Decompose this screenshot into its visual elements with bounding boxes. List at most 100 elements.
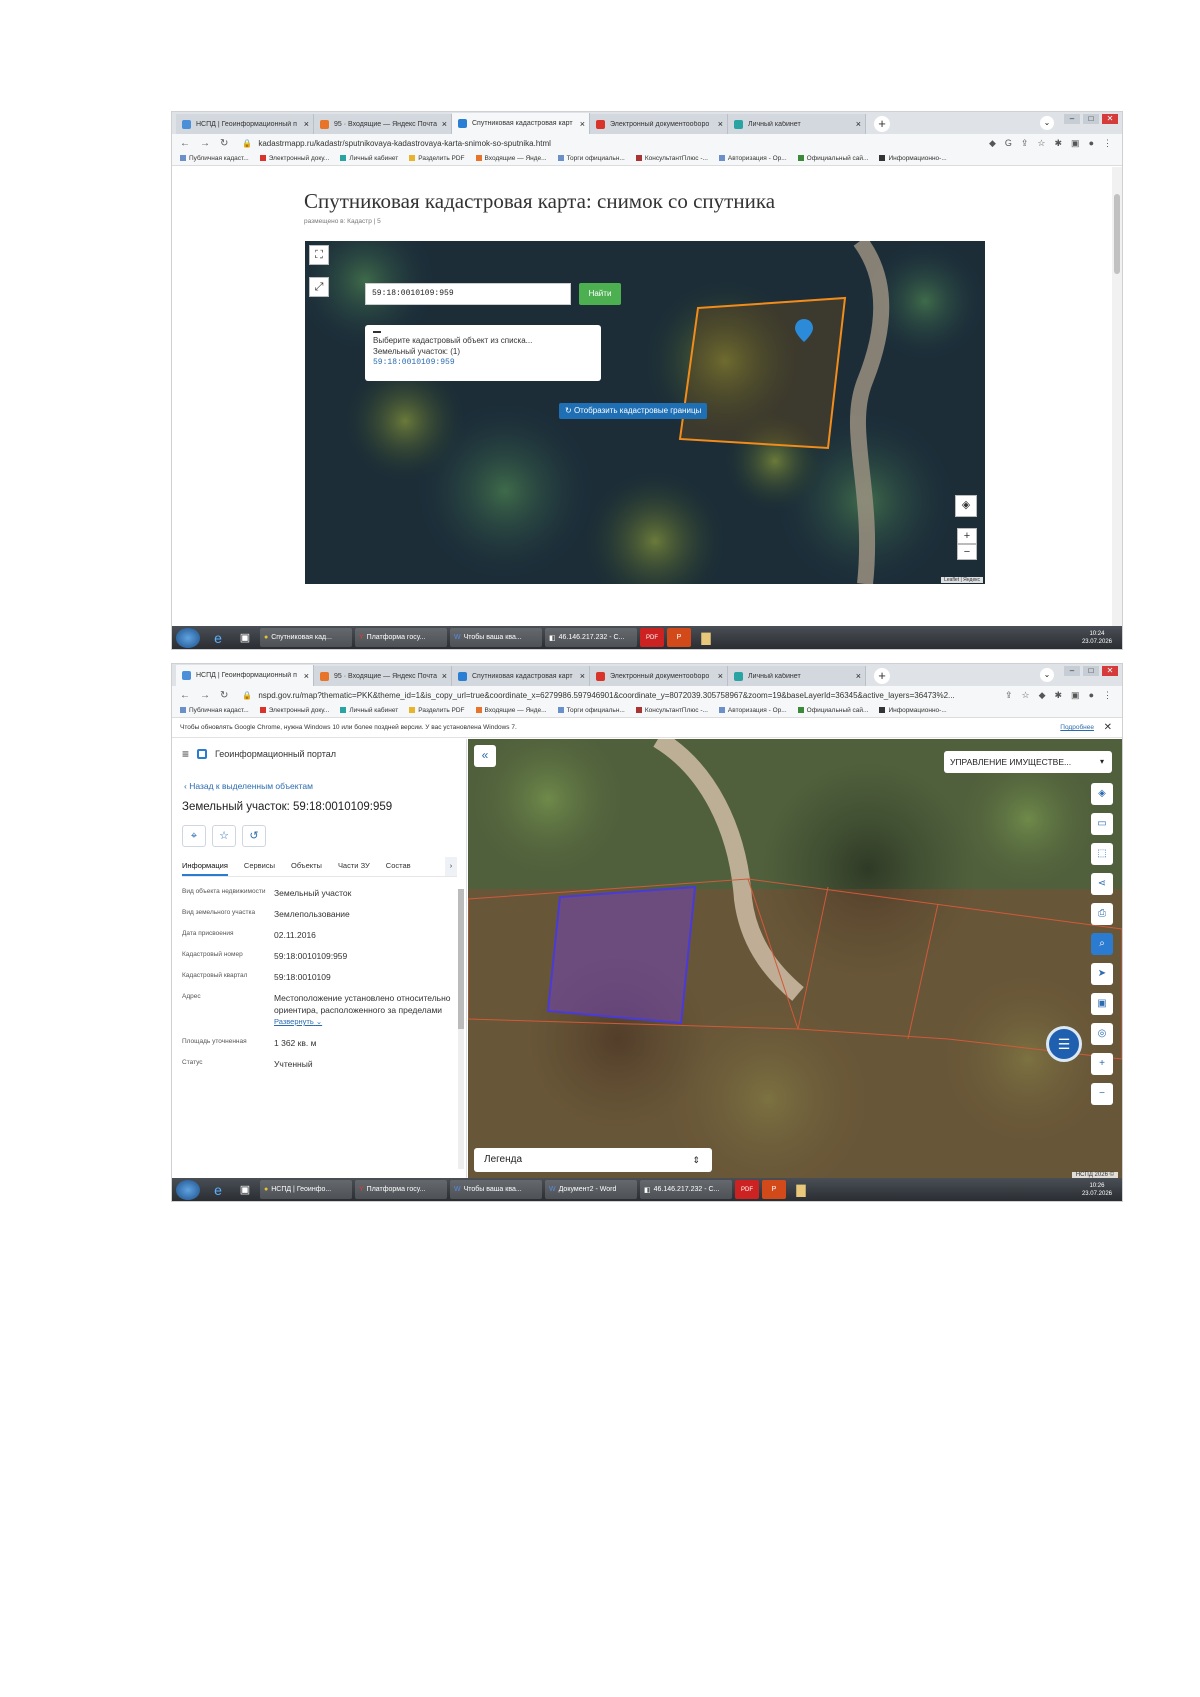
- bookmark[interactable]: Авторизация - Ор...: [718, 155, 787, 162]
- navigate-icon[interactable]: ➤: [1091, 963, 1113, 985]
- bookmark[interactable]: КонсультантПлюс -...: [635, 707, 708, 714]
- forward-icon[interactable]: →: [200, 690, 210, 701]
- zoom-in-button[interactable]: +: [957, 528, 977, 544]
- taskbar-chrome[interactable]: ● Спутниковая кад...: [260, 628, 352, 647]
- cadastral-search-input[interactable]: 59:18:0010109:959: [365, 283, 571, 305]
- bookmark[interactable]: Публичная кадаст...: [180, 707, 249, 714]
- tab-parts[interactable]: Части ЗУ: [338, 857, 370, 876]
- system-clock[interactable]: 10:26 23.07.2026: [1082, 1182, 1122, 1198]
- tab-search-icon[interactable]: ⌄: [1040, 668, 1054, 682]
- system-clock[interactable]: 10:24 23.07.2026: [1082, 630, 1122, 646]
- maximize-button[interactable]: □: [1083, 666, 1099, 676]
- browser-tab[interactable]: Электронный документооборо ×: [590, 666, 728, 686]
- extension-icon[interactable]: ◆: [989, 138, 996, 149]
- bookmark[interactable]: Личный кабинет: [340, 155, 398, 162]
- zoom-in-button[interactable]: +: [1091, 1053, 1113, 1075]
- pdf-icon[interactable]: PDF: [640, 628, 664, 647]
- locate-icon[interactable]: ⌖: [182, 825, 206, 847]
- bookmark[interactable]: Личный кабинет: [340, 707, 398, 714]
- forward-icon[interactable]: →: [200, 138, 210, 149]
- tab-close-icon[interactable]: ×: [304, 119, 309, 129]
- print-icon[interactable]: ⎙: [1091, 903, 1113, 925]
- pdf-icon[interactable]: PDF: [735, 1180, 759, 1199]
- puzzle-icon[interactable]: ✱: [1055, 138, 1063, 149]
- share-icon[interactable]: ⇪: [1021, 138, 1029, 149]
- expand-link[interactable]: Развернуть ⌄: [274, 1016, 457, 1028]
- close-window-button[interactable]: ✕: [1102, 666, 1118, 676]
- browser-tab[interactable]: Личный кабинет ×: [728, 666, 866, 686]
- google-icon[interactable]: G: [1005, 138, 1012, 149]
- reload-icon[interactable]: ↻: [220, 138, 228, 149]
- taskbar-remote[interactable]: ◧ 46.146.217.232 - С...: [545, 628, 637, 647]
- ie-icon[interactable]: e: [206, 628, 230, 647]
- profile-icon[interactable]: ●: [1089, 138, 1094, 149]
- select-area-icon[interactable]: ⬚: [1091, 843, 1113, 865]
- url-field[interactable]: kadastrmapp.ru/kadastr/sputnikovaya-kada…: [258, 139, 989, 148]
- taskbar-word[interactable]: W Чтобы ваша ква...: [450, 1180, 542, 1199]
- legend-select[interactable]: Легенда ⇕: [474, 1148, 712, 1172]
- tab-close-icon[interactable]: ×: [856, 119, 861, 129]
- history-icon[interactable]: ↺: [242, 825, 266, 847]
- selected-parcel[interactable]: [546, 885, 697, 1025]
- save-icon[interactable]: ▣: [233, 628, 257, 647]
- tab-close-icon[interactable]: ×: [718, 119, 723, 129]
- location-icon[interactable]: ◎: [1091, 1023, 1113, 1045]
- fullscreen-icon[interactable]: ⛶: [309, 245, 329, 265]
- bookmark[interactable]: Входящие — Янде...: [475, 155, 547, 162]
- notice-more-link[interactable]: Подробнее: [1060, 718, 1094, 738]
- tab-info[interactable]: Информация: [182, 857, 228, 876]
- puzzle-icon[interactable]: ✱: [1055, 690, 1063, 701]
- reload-icon[interactable]: ↻: [220, 690, 228, 701]
- back-icon[interactable]: ←: [180, 138, 190, 149]
- tab-close-icon[interactable]: ×: [304, 671, 309, 681]
- portal-name[interactable]: Геоинформационный портал: [215, 749, 336, 759]
- tab-services[interactable]: Сервисы: [244, 857, 275, 876]
- zoom-out-button[interactable]: −: [957, 544, 977, 560]
- maximize-button[interactable]: □: [1083, 114, 1099, 124]
- sidepanel-icon[interactable]: ▣: [1071, 138, 1080, 149]
- layers-icon[interactable]: ◈: [955, 495, 977, 517]
- tab-close-icon[interactable]: ×: [718, 671, 723, 681]
- bookmark[interactable]: Электронный доку...: [259, 707, 329, 714]
- powerpoint-icon[interactable]: P: [667, 628, 691, 647]
- bookmark[interactable]: Торги официальн...: [557, 707, 625, 714]
- map-attribution[interactable]: Leaflet | Яндекс: [941, 577, 983, 583]
- start-button[interactable]: [176, 627, 200, 648]
- menu-icon[interactable]: ⋮: [1103, 690, 1112, 701]
- start-button[interactable]: [176, 1179, 200, 1200]
- favorite-icon[interactable]: ☆: [212, 825, 236, 847]
- tab-objects[interactable]: Объекты: [291, 857, 322, 876]
- taskbar-word[interactable]: W Чтобы ваша ква...: [450, 628, 542, 647]
- page-scrollbar[interactable]: [1112, 167, 1122, 626]
- powerpoint-icon[interactable]: P: [762, 1180, 786, 1199]
- chat-icon[interactable]: ☰: [1046, 1026, 1082, 1062]
- bookmark[interactable]: Официальный сай...: [797, 707, 868, 714]
- taskbar-yandex[interactable]: Y Платформа госу...: [355, 628, 447, 647]
- result-link[interactable]: 59:18:0010109:959: [373, 357, 593, 368]
- find-button[interactable]: Найти: [579, 283, 621, 305]
- bookmark[interactable]: Официальный сай...: [797, 155, 868, 162]
- profile-icon[interactable]: ●: [1089, 690, 1094, 701]
- browser-tab-active[interactable]: НСПД | Геоинформационный п ×: [176, 665, 314, 686]
- chevron-right-icon[interactable]: ›: [445, 857, 457, 876]
- mode-select[interactable]: УПРАВЛЕНИЕ ИМУЩЕСТВЕ... ▾: [944, 751, 1112, 773]
- bookmark[interactable]: Электронный доку...: [259, 155, 329, 162]
- collapse-panel-icon[interactable]: «: [474, 745, 496, 767]
- layers-icon[interactable]: ◈: [1091, 783, 1113, 805]
- minimize-button[interactable]: –: [1064, 666, 1080, 676]
- taskbar-remote[interactable]: ◧ 46.146.217.232 - С...: [640, 1180, 732, 1199]
- browser-tab[interactable]: Спутниковая кадастровая карт ×: [452, 666, 590, 686]
- expand-icon[interactable]: ⤢: [309, 277, 329, 297]
- star-icon[interactable]: ☆: [1022, 690, 1030, 701]
- taskbar-word-doc[interactable]: W Документ2 - Word: [545, 1180, 637, 1199]
- bookmark[interactable]: Разделить PDF: [409, 707, 465, 714]
- panel-scrollbar[interactable]: [458, 889, 464, 1169]
- tab-close-icon[interactable]: ×: [580, 671, 585, 681]
- tab-close-icon[interactable]: ×: [442, 119, 447, 129]
- scrollbar-thumb[interactable]: [458, 889, 464, 1029]
- url-field[interactable]: nspd.gov.ru/map?thematic=PKK&theme_id=1&…: [258, 691, 1005, 700]
- tab-close-icon[interactable]: ×: [580, 119, 585, 129]
- back-icon[interactable]: ←: [180, 690, 190, 701]
- sidepanel-icon[interactable]: ▣: [1071, 690, 1080, 701]
- tab-close-icon[interactable]: ×: [856, 671, 861, 681]
